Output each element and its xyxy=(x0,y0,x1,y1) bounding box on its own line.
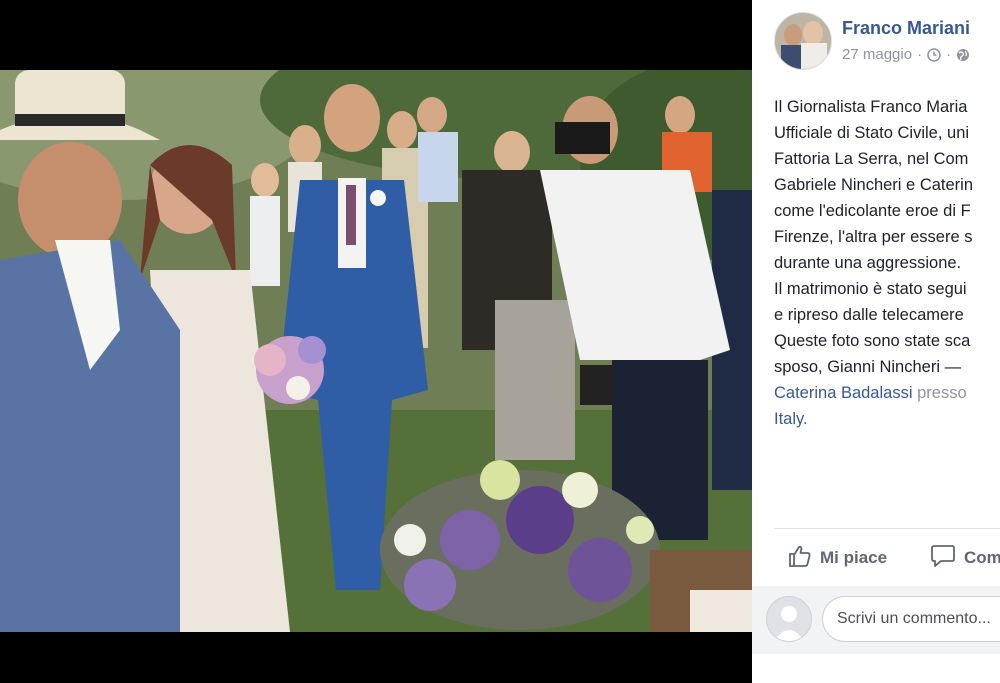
post-text-line: Queste foto sono state sca xyxy=(774,332,971,350)
post-text-fragment: sposo, Gianni Nincheri — xyxy=(774,358,962,376)
post-text: Il Giornalista Franco Maria Ufficiale di… xyxy=(774,94,1000,432)
photo-viewer xyxy=(0,0,752,683)
clock-icon xyxy=(927,47,941,62)
post-text-line: durante una aggressione. xyxy=(774,254,962,272)
comment-label: Com xyxy=(964,548,1000,567)
wedding-photo[interactable] xyxy=(0,70,752,632)
post-text-line: Caterina Badalassi presso xyxy=(774,380,1000,406)
comment-composer xyxy=(752,586,1000,654)
post-text-line: come l'edicolante eroe di F xyxy=(774,202,971,220)
post-text-line: sposo, Gianni Nincheri — xyxy=(774,354,1000,380)
meta-separator: · xyxy=(917,46,923,63)
post-text-line: Gabriele Nincheri e Caterin xyxy=(774,176,974,194)
meta-separator: · xyxy=(946,46,952,63)
tagged-person-link[interactable]: Caterina Badalassi xyxy=(774,384,913,402)
post-actions: Mi piace Com xyxy=(788,540,1000,576)
globe-icon[interactable] xyxy=(956,48,970,62)
comment-bubble-icon xyxy=(930,544,956,573)
location-link[interactable]: Italy. xyxy=(774,410,808,428)
divider xyxy=(774,528,1000,529)
comment-input[interactable] xyxy=(822,596,1000,642)
author-avatar[interactable] xyxy=(774,12,832,70)
post-header: Franco Mariani 27 maggio · · xyxy=(774,12,1000,72)
post-side-panel: Franco Mariani 27 maggio · · Il Giornali… xyxy=(752,0,1000,683)
post-text-line: Italy. xyxy=(774,406,1000,432)
post-text-line: Fattoria La Serra, nel Com xyxy=(774,150,969,168)
post-text-line: Il Giornalista Franco Maria xyxy=(774,98,968,116)
post-date[interactable]: 27 maggio xyxy=(842,46,912,63)
like-button[interactable]: Mi piace xyxy=(788,540,887,576)
like-label: Mi piace xyxy=(820,548,888,567)
user-avatar xyxy=(766,596,812,642)
author-name[interactable]: Franco Mariani xyxy=(842,18,970,39)
post-text-line: Il matrimonio è stato segui xyxy=(774,280,967,298)
post-meta: 27 maggio · · xyxy=(842,46,970,63)
post-text-line: Firenze, l'altra per essere s xyxy=(774,228,973,246)
location-prefix: presso xyxy=(917,384,967,402)
post-text-line: e ripreso dalle telecamere xyxy=(774,306,964,324)
comment-button[interactable]: Com xyxy=(930,540,1000,576)
post-text-line: Ufficiale di Stato Civile, uni xyxy=(774,124,970,142)
like-thumb-icon xyxy=(788,544,812,573)
